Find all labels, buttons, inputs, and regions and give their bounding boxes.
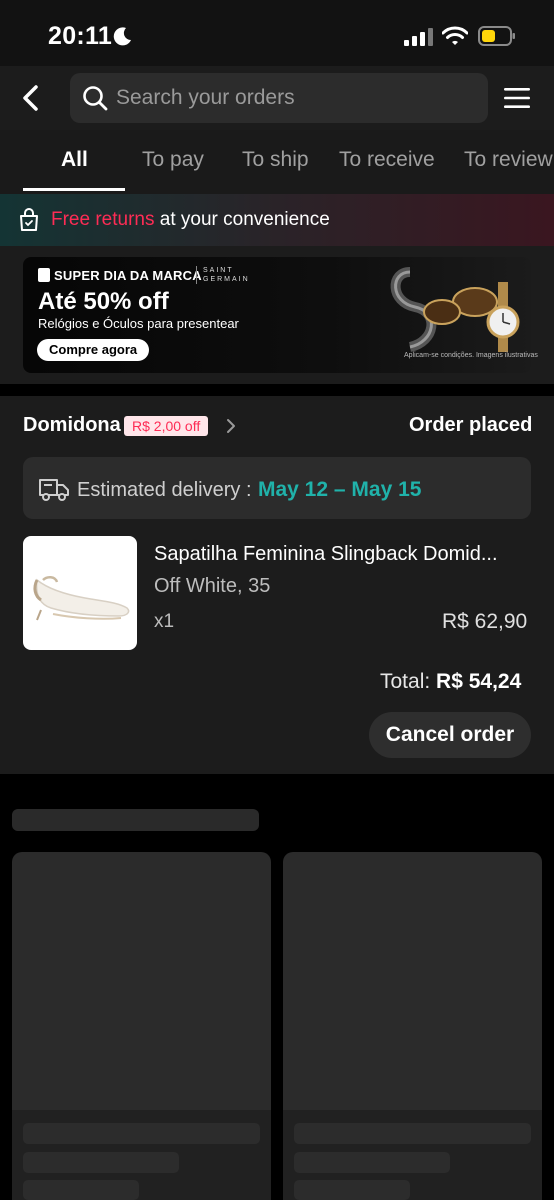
delivery-date: May 12 – May 15 [258, 478, 422, 501]
delivery-label: Estimated delivery : [77, 479, 252, 501]
banner-brand: SAINT GERMAIN [196, 266, 255, 284]
status-time: 20:11 [48, 22, 113, 50]
tab-to-receive[interactable]: To receive [339, 148, 435, 172]
free-returns-rest: at your convenience [154, 209, 330, 230]
banner-cta-button[interactable]: Compre agora [37, 339, 150, 361]
shop-bag-logo-icon [38, 268, 50, 282]
cellular-signal-icon [404, 28, 433, 46]
total-label: Total: [380, 670, 431, 693]
chevron-right-icon[interactable] [226, 418, 236, 434]
free-returns-highlight: Free returns [51, 209, 155, 230]
product-price: R$ 62,90 [442, 610, 528, 633]
skeleton-line [23, 1152, 179, 1173]
banner-campaign: SUPER DIA DA MARCA [54, 268, 202, 283]
skeleton-line [294, 1180, 410, 1200]
moon-icon [113, 27, 131, 46]
shop-name[interactable]: Domidona [23, 414, 121, 437]
order-status: Order placed [409, 414, 533, 436]
banner-subline: Relógios e Óculos para presentear [38, 316, 239, 331]
banner-headline: Até 50% off [38, 288, 169, 315]
free-returns-text: Free returns at your convenience [51, 209, 330, 231]
total-value: R$ 54,24 [436, 670, 522, 693]
skeleton-title [12, 809, 259, 831]
delivery-truck-icon [39, 479, 69, 501]
product-variant: Off White, 35 [154, 575, 271, 597]
product-name[interactable]: Sapatilha Feminina Slingback Domid... [154, 543, 526, 566]
watch-sunglasses-image [390, 267, 520, 352]
cancel-order-button[interactable]: Cancel order [369, 712, 531, 758]
tab-all[interactable]: All [61, 148, 88, 172]
menu-icon[interactable] [504, 87, 530, 109]
active-tab-indicator [23, 188, 125, 191]
tab-to-review[interactable]: To review [464, 148, 553, 172]
wifi-icon [442, 26, 468, 45]
skeleton-line [23, 1123, 260, 1144]
shoe-image [33, 576, 130, 621]
back-arrow-icon[interactable] [18, 84, 44, 112]
tab-to-pay[interactable]: To pay [142, 148, 204, 172]
discount-badge: R$ 2,00 off [124, 416, 209, 436]
battery-icon [478, 26, 515, 46]
banner-disclaimer: Aplicam-se condições. Imagens ilustrativ… [404, 352, 538, 359]
search-input[interactable] [116, 80, 476, 116]
order-total: Total: R$ 54,24 [380, 670, 521, 694]
product-quantity: x1 [154, 611, 175, 632]
product-thumbnail[interactable] [23, 536, 137, 650]
skeleton-line [23, 1180, 139, 1200]
tab-to-ship[interactable]: To ship [242, 148, 309, 172]
search-icon [83, 86, 108, 111]
skeleton-line [294, 1152, 450, 1173]
return-bag-icon [20, 208, 38, 231]
skeleton-line [294, 1123, 531, 1144]
